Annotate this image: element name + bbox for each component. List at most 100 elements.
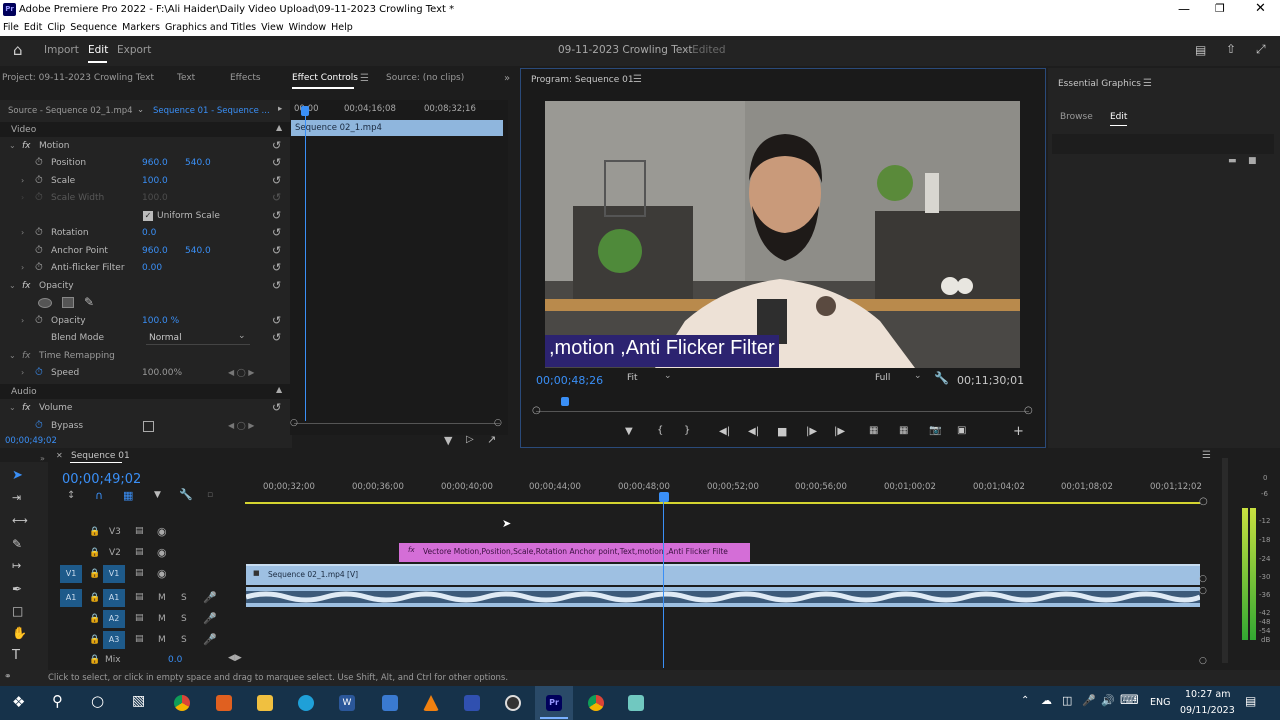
stopwatch-icon[interactable]: ⏱ [35,420,43,431]
menu-view[interactable]: View [261,22,284,33]
more-tabs-icon[interactable]: » [504,73,510,84]
go-to-out-icon[interactable]: |▶ [834,426,845,437]
tab-effect-controls[interactable]: Effect Controls [292,73,358,83]
opacity-value[interactable]: 100.0 % [142,316,179,326]
ruler-end-handle-icon[interactable]: ○ [1024,405,1033,416]
battery-tray-icon[interactable]: ◫ [1062,694,1072,707]
compare-icon[interactable]: ▣ [957,425,966,436]
sequence-clip-label[interactable]: Sequence 01 - Sequence ... [153,106,270,116]
chrome-icon[interactable] [174,695,190,711]
rectangle-tool-icon[interactable]: □ [12,604,23,618]
nest-icon[interactable]: ↕ [67,490,75,501]
play-only-icon[interactable]: ▷ [466,434,474,445]
keyframe-nav-icon[interactable]: ◀ ◯ ▶ [228,421,254,430]
timeline-playhead-marker[interactable] [659,492,669,502]
fullscreen-icon[interactable]: ⤢ [1256,42,1266,57]
position-y-value[interactable]: 540.0 [185,158,211,168]
go-to-in-icon[interactable]: ◀| [719,426,730,437]
tab-import[interactable]: Import [44,44,79,56]
expand-icon[interactable]: › [21,316,24,325]
file-explorer-icon[interactable] [257,695,273,711]
mix-jump-icon[interactable]: ◀▶ [228,653,242,663]
minimize-icon[interactable]: — [1178,2,1190,16]
track-target-v1[interactable]: V1 [103,565,125,583]
microphone-tray-icon[interactable]: 🎤 [1082,694,1096,707]
scroll-up-icon[interactable]: ▲ [276,385,282,394]
clock-date[interactable]: 09/11/2023 [1180,705,1235,716]
word-icon[interactable]: W [339,695,355,711]
source-patch-a1[interactable]: A1 [60,589,82,607]
solo-button[interactable]: S [181,593,187,603]
mute-button[interactable]: M [158,635,166,645]
menu-graphics[interactable]: Graphics and Titles [165,22,256,33]
expand-icon[interactable]: › [21,228,24,237]
lock-icon[interactable]: 🔒 [89,593,100,603]
windows-start-icon[interactable]: ❖ [12,693,25,711]
snap-icon[interactable]: ∩ [95,489,103,502]
ec-clip-bar[interactable]: Sequence 02_1.mp4 [291,120,503,136]
app-icon[interactable] [464,695,480,711]
workspace-icon[interactable]: ▤ [1195,43,1206,57]
reset-icon[interactable]: ↺ [272,139,281,152]
sync-icon[interactable]: ▤ [135,526,144,536]
full-select[interactable]: Full ⌄ [872,371,924,386]
vlc-icon[interactable] [423,695,439,711]
reset-icon[interactable]: ↺ [272,209,281,222]
eye-icon[interactable]: ◉ [157,546,167,559]
graphic-clip[interactable]: fx Vectore Motion,Position,Scale,Rotatio… [399,543,750,562]
step-forward-icon[interactable]: |▶ [806,426,817,437]
menu-clip[interactable]: Clip [47,22,65,33]
keyboard-tray-icon[interactable]: ⌨ [1120,693,1139,708]
tab-edit[interactable]: Edit [88,44,108,56]
scroll-handle-icon[interactable]: ○ [1199,586,1207,596]
source-patch-v1[interactable]: V1 [60,565,82,583]
play-toggle-icon[interactable]: ▸ [278,104,282,114]
close-sequence-icon[interactable]: ✕ [56,451,63,460]
ec-scroll-handle-icon[interactable]: ○ [290,418,298,428]
panel-menu-icon[interactable]: ☰ [633,74,642,85]
sync-icon[interactable]: ▤ [135,613,144,623]
restore-icon[interactable]: ❐ [1215,2,1225,15]
microphone-icon[interactable]: 🎤 [203,633,217,646]
expand-icon[interactable]: › [21,263,24,272]
sync-icon[interactable]: ▤ [135,592,144,602]
scroll-handle-icon[interactable]: ○ [1199,656,1207,666]
lock-icon[interactable]: 🔒 [89,614,100,624]
tab-effects[interactable]: Effects [230,73,261,83]
tab-source[interactable]: Source: (no clips) [386,73,464,83]
keyframe-nav-icon[interactable]: ◀ ◯ ▶ [228,368,254,377]
pen-mask-icon[interactable]: ✎ [84,295,94,309]
lock-icon[interactable]: 🔒 [89,527,100,537]
stopwatch-icon[interactable]: ⏱ [35,227,43,238]
tab-edit-graphics[interactable]: Edit [1110,112,1127,122]
panel-menu-icon[interactable]: ☰ [360,73,369,84]
ec-scroll-handle-icon[interactable]: ○ [494,418,502,428]
tab-text[interactable]: Text [177,73,195,83]
track-target-a1[interactable]: A1 [103,589,125,607]
reset-icon[interactable]: ↺ [272,331,281,344]
installer-icon[interactable] [382,695,398,711]
timeline-v-scrollbar[interactable] [1222,458,1228,663]
collapse-icon[interactable]: ⌄ [9,403,16,412]
zoom-handle-icon[interactable]: ○ [1199,496,1208,507]
timeline-menu-icon[interactable]: ☰ [1202,450,1211,461]
reset-icon[interactable]: ↺ [272,261,281,274]
mute-button[interactable]: M [158,593,166,603]
sequence-tab[interactable]: Sequence 01 [71,451,130,461]
add-button-icon[interactable]: + [1013,424,1024,439]
ellipse-mask-icon[interactable] [38,298,52,308]
stopwatch-icon[interactable]: ⏱ [35,262,43,273]
stopwatch-icon[interactable]: ⏱ [35,315,43,326]
ec-timecode[interactable]: 00;00;49;02 [5,436,57,446]
mute-button[interactable]: M [158,614,166,624]
anti-flicker-value[interactable]: 0.00 [142,263,162,273]
new-layer-icon[interactable]: ▬ [1228,156,1237,166]
solo-button[interactable]: S [181,614,187,624]
task-view-icon[interactable]: ▧ [132,693,145,709]
extract-icon[interactable]: ▦ [899,425,908,436]
share-icon[interactable]: ⇧ [1226,42,1236,56]
mix-value[interactable]: 0.0 [168,655,182,665]
scroll-up-icon[interactable]: ▲ [276,123,282,132]
premiere-taskbar-icon[interactable]: Pr [546,695,562,711]
anchor-x-value[interactable]: 960.0 [142,246,168,256]
